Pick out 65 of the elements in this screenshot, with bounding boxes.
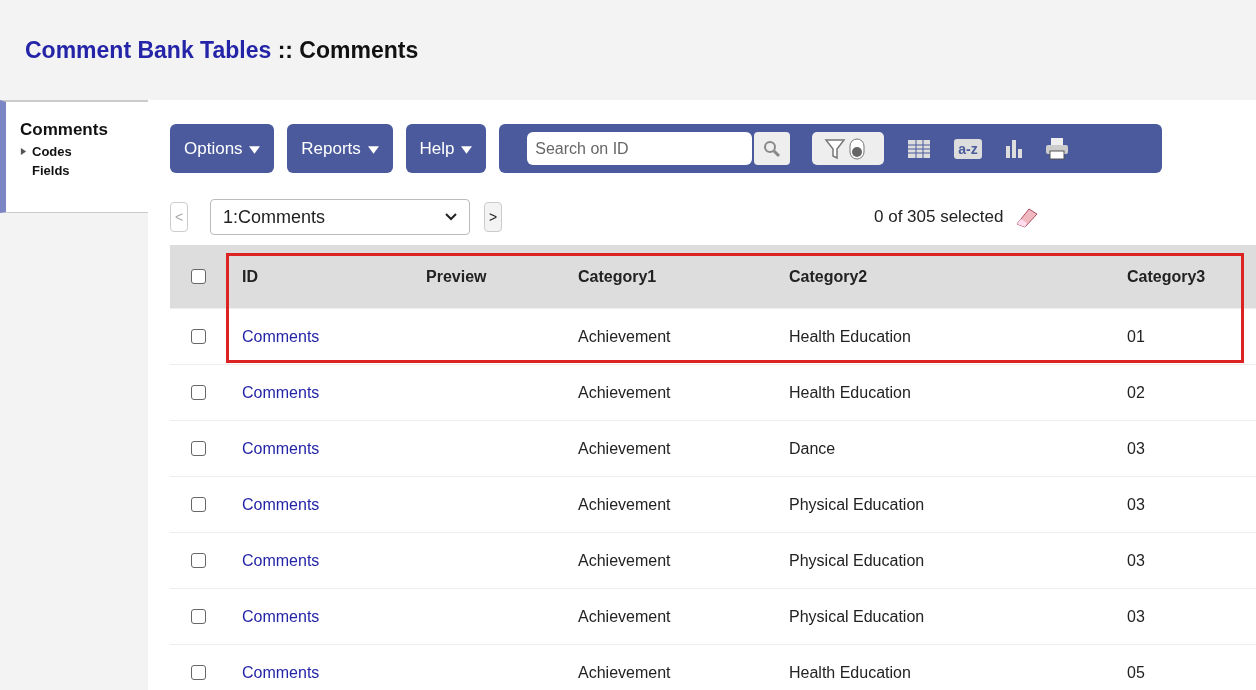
search-icon [762, 138, 783, 159]
sidebar-heading[interactable]: Comments [20, 120, 148, 140]
table-cell: 03 [1127, 551, 1145, 569]
row-checkbox[interactable] [190, 553, 206, 568]
table-cell: Achievement [578, 663, 671, 681]
table-cell: Achievement [578, 607, 671, 625]
caret-icon [367, 145, 379, 154]
row-checkbox[interactable] [190, 385, 206, 400]
table-icon[interactable] [908, 139, 931, 158]
table-cell: 03 [1127, 439, 1145, 457]
row-checkbox[interactable] [190, 329, 206, 344]
column-header[interactable]: Category3 [1111, 267, 1256, 286]
table-cell: Achievement [578, 495, 671, 513]
table-cell: Achievement [578, 439, 671, 457]
table-cell: 01 [1127, 327, 1145, 345]
record-link[interactable]: Comments [242, 327, 320, 345]
menu-button[interactable]: Options [170, 124, 275, 173]
search-button[interactable] [754, 132, 791, 165]
column-header[interactable]: Preview [410, 267, 562, 286]
record-link[interactable]: Comments [242, 383, 320, 401]
chevron-down-icon [445, 213, 457, 221]
table-cell: Health Education [789, 327, 911, 345]
table-cell: Achievement [578, 551, 671, 569]
record-link[interactable]: Comments [242, 439, 320, 457]
row-checkbox[interactable] [190, 609, 206, 624]
sidebar-item[interactable]: Codes [32, 144, 72, 159]
table-cell: Dance [789, 439, 836, 457]
record-link[interactable]: Comments [242, 607, 320, 625]
sidebar-item[interactable]: Fields [32, 163, 70, 178]
print-icon[interactable] [1045, 137, 1068, 160]
table-cell: Achievement [578, 383, 671, 401]
filter-toggle[interactable] [812, 132, 885, 165]
table-cell: Physical Education [789, 607, 925, 625]
breadcrumb-link[interactable]: Comment Bank Tables [25, 36, 272, 63]
record-link[interactable]: Comments [242, 663, 320, 681]
table-cell: Achievement [578, 327, 671, 345]
caret-icon [461, 145, 473, 154]
table-cell: 03 [1127, 607, 1145, 625]
caret-icon [249, 145, 261, 154]
select-all-checkbox[interactable] [190, 269, 206, 284]
menu-button[interactable]: Reports [287, 124, 393, 173]
selection-count: 0 of 305 selected [874, 207, 1004, 227]
table-cell: Health Education [789, 663, 911, 681]
table-cell: Health Education [789, 383, 911, 401]
table-cell: 05 [1127, 663, 1145, 681]
record-link[interactable]: Comments [242, 495, 320, 513]
expand-arrow-icon[interactable] [20, 148, 27, 155]
sort-button[interactable]: a-z [954, 138, 982, 159]
view-select[interactable]: 1:Comments [210, 199, 470, 235]
search-field[interactable]: Search on ID [527, 132, 753, 165]
bar-chart-icon[interactable] [1005, 139, 1022, 158]
table-cell: Physical Education [789, 551, 925, 569]
column-header[interactable]: Category2 [773, 267, 1111, 286]
row-checkbox[interactable] [190, 665, 206, 680]
table-cell: 03 [1127, 495, 1145, 513]
page-title: :: Comments [276, 36, 419, 63]
row-checkbox[interactable] [190, 441, 206, 456]
row-checkbox[interactable] [190, 497, 206, 512]
table-cell: Physical Education [789, 495, 925, 513]
table-cell: 02 [1127, 383, 1145, 401]
column-header[interactable]: Category1 [562, 267, 773, 286]
record-link[interactable]: Comments [242, 551, 320, 569]
next-button[interactable]: > [484, 202, 502, 232]
menu-button[interactable]: Help [405, 124, 487, 173]
column-header[interactable]: ID [226, 267, 410, 286]
